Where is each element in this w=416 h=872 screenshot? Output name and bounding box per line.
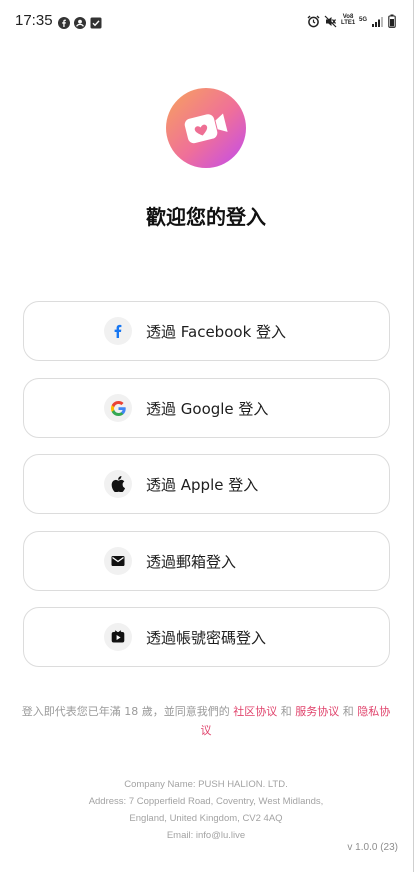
video-heart-icon (184, 113, 228, 144)
company-info: Company Name: PUSH HALION. LTD. Address:… (0, 776, 412, 844)
battery-icon (388, 13, 396, 28)
login-email-button[interactable]: 透過郵箱登入 (23, 531, 390, 591)
mail-icon (104, 547, 132, 575)
status-notification-icons (58, 14, 102, 29)
terms-prefix: 登入即代表您已年滿 18 歲，並同意我們的 (21, 705, 234, 718)
login-account-password-button[interactable]: 透過帳號密碼登入 (23, 607, 390, 667)
login-account-password-label: 透過帳號密碼登入 (146, 628, 267, 647)
login-google-label: 透過 Google 登入 (146, 399, 269, 418)
checkbox-icon (90, 14, 102, 29)
google-icon (104, 394, 132, 422)
mute-icon (324, 13, 337, 28)
login-google-button[interactable]: 透過 Google 登入 (23, 378, 390, 438)
company-address-line2: England, United Kingdom, CV2 4AQ (129, 813, 283, 824)
status-time: 17:35 (15, 12, 53, 29)
welcome-title: 歡迎您的登入 (146, 205, 266, 229)
volte-indicator: Vo8 LTE1 (341, 13, 356, 26)
status-bar: 17:35 Vo8 LTE1 5G (0, 0, 416, 42)
terms-and-2: 和 (339, 705, 358, 718)
company-address-line1: Address: 7 Copperfield Road, Coventry, W… (88, 796, 324, 807)
network-type-indicator: 5G (359, 16, 368, 23)
login-apple-label: 透過 Apple 登入 (146, 475, 259, 494)
app-version: v 1.0.0 (23) (347, 842, 398, 853)
facebook-icon (58, 14, 70, 29)
signal-icon (371, 13, 384, 27)
login-email-label: 透過郵箱登入 (146, 552, 237, 571)
status-system-icons: Vo8 LTE1 5G (307, 13, 396, 28)
alarm-icon (307, 13, 320, 28)
login-apple-button[interactable]: 透過 Apple 登入 (23, 454, 390, 514)
facebook-icon (104, 317, 132, 345)
community-agreement-link[interactable]: 社区协议 (233, 705, 277, 718)
company-name: Company Name: PUSH HALION. LTD. (124, 779, 288, 790)
account-icon (74, 14, 86, 29)
play-box-icon (104, 623, 132, 651)
app-logo (166, 88, 246, 168)
apple-icon (104, 470, 132, 498)
terms-notice: 登入即代表您已年滿 18 歲，並同意我們的 社区协议 和 服务协议 和 隐私协议 (20, 702, 392, 740)
service-agreement-link[interactable]: 服务协议 (295, 705, 339, 718)
login-facebook-button[interactable]: 透過 Facebook 登入 (23, 301, 390, 361)
terms-and-1: 和 (277, 705, 296, 718)
login-facebook-label: 透過 Facebook 登入 (146, 322, 287, 341)
screen-edge-divider (413, 0, 414, 872)
